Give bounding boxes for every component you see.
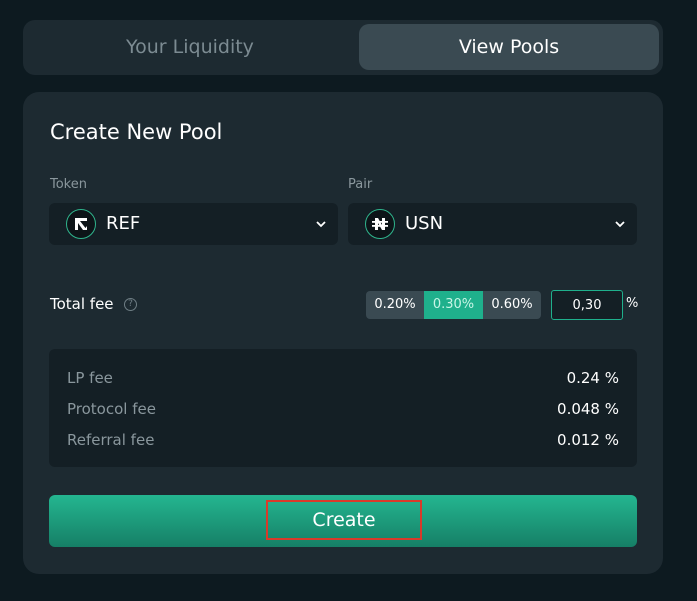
usn-token-icon <box>365 209 395 239</box>
lp-fee-row: LP fee 0.24 % <box>67 369 619 389</box>
fee-options: 0.20% 0.30% 0.60% <box>366 291 541 319</box>
create-button-label: Create <box>266 500 422 540</box>
protocol-fee-value: 0.048 % <box>557 400 619 418</box>
pair-symbol: USN <box>405 213 444 234</box>
total-fee-label: Total fee <box>50 295 114 313</box>
tab-view-pools[interactable]: View Pools <box>359 24 659 70</box>
create-pool-card: Create New Pool Token Pair REF USN Total… <box>23 92 663 574</box>
fee-option-0-60[interactable]: 0.60% <box>483 291 541 319</box>
fee-input[interactable] <box>551 290 623 320</box>
help-icon[interactable]: ? <box>124 298 137 311</box>
page-title: Create New Pool <box>50 120 223 144</box>
token-select[interactable]: REF <box>49 203 338 245</box>
fee-option-0-20[interactable]: 0.20% <box>366 291 424 319</box>
protocol-fee-row: Protocol fee 0.048 % <box>67 400 619 420</box>
lp-fee-value: 0.24 % <box>566 369 619 387</box>
lp-fee-label: LP fee <box>67 369 113 387</box>
create-button[interactable]: Create <box>49 495 637 547</box>
chevron-down-icon <box>615 221 625 228</box>
pair-select[interactable]: USN <box>348 203 637 245</box>
referral-fee-value: 0.012 % <box>557 431 619 449</box>
ref-token-icon <box>66 209 96 239</box>
pair-label: Pair <box>348 177 373 192</box>
chevron-down-icon <box>316 221 326 228</box>
token-label: Token <box>50 177 87 192</box>
referral-fee-row: Referral fee 0.012 % <box>67 431 619 451</box>
fee-option-0-30[interactable]: 0.30% <box>424 291 483 319</box>
fee-unit: % <box>626 296 639 311</box>
tab-your-liquidity[interactable]: Your Liquidity <box>27 24 353 70</box>
fee-breakdown: LP fee 0.24 % Protocol fee 0.048 % Refer… <box>49 349 637 467</box>
protocol-fee-label: Protocol fee <box>67 400 156 418</box>
referral-fee-label: Referral fee <box>67 431 155 449</box>
token-symbol: REF <box>106 213 141 234</box>
tab-bar: Your Liquidity View Pools <box>23 20 663 75</box>
